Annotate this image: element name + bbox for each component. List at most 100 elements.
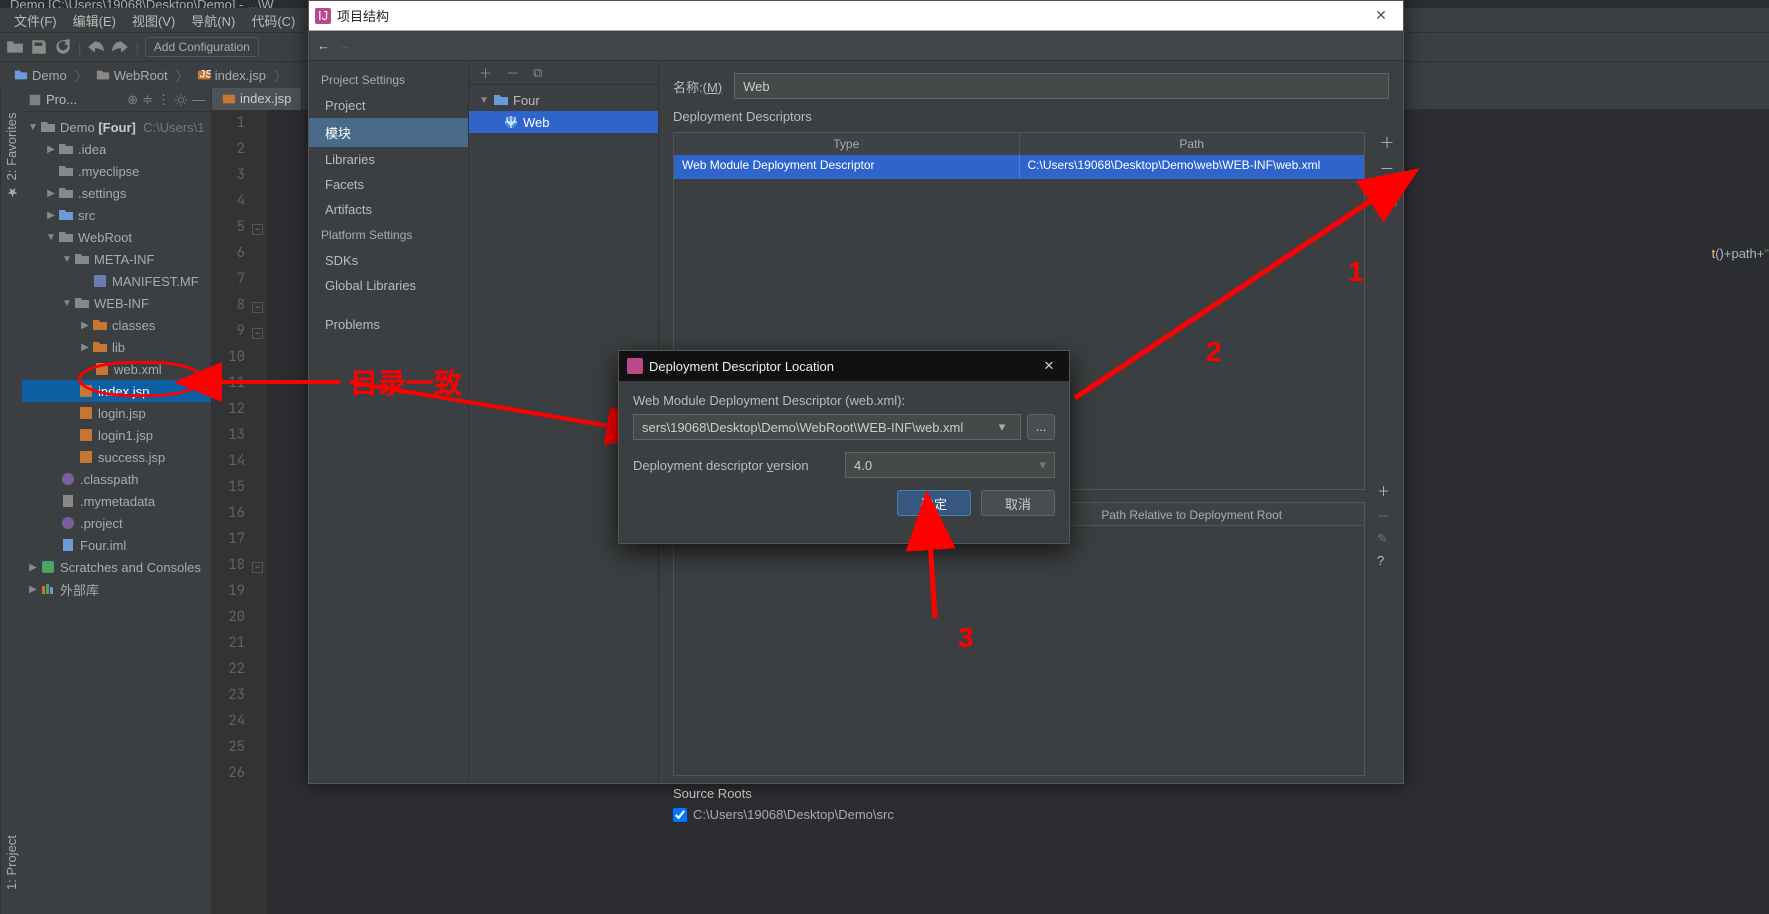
ddl-version-value: 4.0 bbox=[854, 458, 872, 473]
select-opened-icon[interactable]: ⊕ bbox=[127, 92, 138, 108]
tree-login1jsp[interactable]: login1.jsp bbox=[22, 424, 211, 446]
tree-root[interactable]: ▼ Demo [Four] C:\Users\1 bbox=[22, 116, 211, 138]
ddl-title-text: Deployment Descriptor Location bbox=[649, 359, 834, 374]
ps-titlebar[interactable]: IJ 项目结构 ✕ bbox=[309, 1, 1403, 31]
ps-nav-global-libs[interactable]: Global Libraries bbox=[309, 273, 468, 298]
ps-copy-module-button[interactable]: ⧉ bbox=[533, 65, 542, 81]
tree-webroot[interactable]: ▼WebRoot bbox=[22, 226, 211, 248]
redo-icon[interactable] bbox=[111, 38, 129, 56]
tree-scratches[interactable]: ▶Scratches and Consoles bbox=[22, 556, 211, 578]
ddl-version-select[interactable]: 4.0 ▾ bbox=[845, 452, 1055, 478]
ps-name-input[interactable] bbox=[734, 73, 1389, 99]
project-tree[interactable]: ▼ Demo [Four] C:\Users\1 ▶.idea .myeclip… bbox=[22, 112, 211, 604]
dd-col-type: Type bbox=[674, 133, 1020, 155]
menu-nav[interactable]: 导航(N) bbox=[185, 9, 241, 32]
ps-add-module-button[interactable]: ＋ bbox=[479, 63, 492, 82]
tree-lib[interactable]: ▶lib bbox=[22, 336, 211, 358]
prd-edit-button[interactable]: ✎ bbox=[1377, 531, 1399, 547]
side-tab-favorites[interactable]: ★ 2: Favorites bbox=[2, 96, 21, 215]
source-roots-row[interactable]: C:\Users\19068\Desktop\Demo\src bbox=[673, 807, 1389, 822]
dd-cell-path: C:\Users\19068\Desktop\Demo\web\WEB-INF\… bbox=[1020, 155, 1365, 179]
ddl-browse-button[interactable]: ... bbox=[1027, 414, 1055, 440]
side-tab-project[interactable]: 1: Project bbox=[2, 819, 21, 906]
open-icon[interactable] bbox=[6, 38, 24, 56]
breadcrumb-root[interactable]: Demo bbox=[8, 68, 73, 83]
menu-edit[interactable]: 编辑(E) bbox=[67, 9, 122, 32]
prd-side-buttons: ＋ － ✎ ? bbox=[1377, 481, 1399, 568]
ps-forward-button[interactable]: → bbox=[338, 38, 351, 53]
ps-module-four[interactable]: ▼ Four bbox=[469, 89, 658, 111]
dd-add-button[interactable]: ＋ bbox=[1377, 135, 1397, 155]
ps-remove-module-button[interactable]: － bbox=[506, 63, 519, 82]
dd-table-row[interactable]: Web Module Deployment Descriptor C:\User… bbox=[674, 155, 1364, 179]
breadcrumb-file[interactable]: JSP index.jsp bbox=[191, 68, 272, 83]
ddl-cancel-button[interactable]: 取消 bbox=[981, 490, 1055, 516]
ps-nav-modules[interactable]: 模块 bbox=[309, 118, 468, 147]
dd-cell-type: Web Module Deployment Descriptor bbox=[674, 155, 1020, 179]
save-icon[interactable] bbox=[30, 38, 48, 56]
tree-manifest[interactable]: MANIFEST.MF bbox=[22, 270, 211, 292]
prd-add-button[interactable]: ＋ bbox=[1377, 481, 1399, 500]
ddl-close-button[interactable]: ✕ bbox=[1029, 358, 1069, 374]
hide-icon[interactable]: — bbox=[192, 92, 205, 107]
menu-code[interactable]: 代码(C) bbox=[245, 9, 301, 32]
tree-extlib[interactable]: ▶外部库 bbox=[22, 578, 211, 600]
breadcrumb-root-label: Demo bbox=[32, 68, 67, 83]
prd-help-button[interactable]: ? bbox=[1377, 553, 1399, 568]
ddl-path-row: sers\19068\Desktop\Demo\WebRoot\WEB-INF\… bbox=[633, 414, 1055, 440]
tree-successjsp[interactable]: success.jsp bbox=[22, 446, 211, 468]
ps-facet-web[interactable]: Web bbox=[469, 111, 658, 133]
breadcrumb-file-label: index.jsp bbox=[215, 68, 266, 83]
editor-tab-indexjsp[interactable]: index.jsp bbox=[212, 88, 302, 110]
ps-nav-sdks[interactable]: SDKs bbox=[309, 248, 468, 273]
tree-loginjsp[interactable]: login.jsp bbox=[22, 402, 211, 424]
ddl-ok-button[interactable]: 确定 bbox=[897, 490, 971, 516]
tree-classes[interactable]: ▶classes bbox=[22, 314, 211, 336]
ps-nav-libraries[interactable]: Libraries bbox=[309, 147, 468, 172]
menu-file[interactable]: 文件(F) bbox=[8, 9, 63, 32]
dd-table-header: Type Path bbox=[674, 133, 1364, 155]
gear-icon[interactable] bbox=[174, 93, 188, 107]
dd-side-buttons: ＋ － ✎ bbox=[1377, 135, 1399, 207]
ps-left-nav: Project Settings Project 模块 Libraries Fa… bbox=[309, 61, 469, 783]
ddl-path-input[interactable]: sers\19068\Desktop\Demo\WebRoot\WEB-INF\… bbox=[633, 414, 1021, 440]
tree-webinf[interactable]: ▼WEB-INF bbox=[22, 292, 211, 314]
tree-settings[interactable]: ▶.settings bbox=[22, 182, 211, 204]
tree-classpath[interactable]: .classpath bbox=[22, 468, 211, 490]
project-panel-header: Pro... ⊕ ≑ ⋮ — bbox=[22, 88, 211, 112]
prd-remove-button[interactable]: － bbox=[1377, 506, 1399, 525]
ps-nav-project[interactable]: Project bbox=[309, 93, 468, 118]
undo-icon[interactable] bbox=[87, 38, 105, 56]
expand-icon[interactable]: ≑ bbox=[142, 92, 153, 108]
dd-remove-button[interactable]: － bbox=[1377, 161, 1397, 181]
ps-close-button[interactable]: ✕ bbox=[1359, 7, 1403, 24]
ps-module-tree[interactable]: ▼ Four Web bbox=[469, 85, 658, 137]
left-tool-stripe: 1: Project ★ 2: Favorites bbox=[0, 88, 22, 914]
menu-view[interactable]: 视图(V) bbox=[126, 9, 181, 32]
ps-back-button[interactable]: ← bbox=[317, 38, 330, 53]
tree-mymetadata[interactable]: .mymetadata bbox=[22, 490, 211, 512]
sync-icon[interactable] bbox=[54, 38, 72, 56]
tree-metainf[interactable]: ▼META-INF bbox=[22, 248, 211, 270]
source-root-checkbox[interactable] bbox=[673, 808, 687, 822]
ddl-path-value: sers\19068\Desktop\Demo\WebRoot\WEB-INF\… bbox=[642, 420, 963, 435]
collapse-icon[interactable]: ⋮ bbox=[157, 92, 170, 108]
deployment-descriptor-location-dialog: Deployment Descriptor Location ✕ Web Mod… bbox=[618, 350, 1070, 544]
svg-text:JSP: JSP bbox=[199, 69, 210, 81]
ps-nav-artifacts[interactable]: Artifacts bbox=[309, 197, 468, 222]
tree-myeclipse[interactable]: .myeclipse bbox=[22, 160, 211, 182]
ddl-titlebar[interactable]: Deployment Descriptor Location ✕ bbox=[619, 351, 1069, 381]
ps-toolbar: ← → bbox=[309, 31, 1403, 61]
tree-idea[interactable]: ▶.idea bbox=[22, 138, 211, 160]
ddl-history-dropdown[interactable]: ▾ bbox=[992, 419, 1012, 435]
dd-edit-button[interactable]: ✎ bbox=[1377, 187, 1397, 207]
tree-indexjsp[interactable]: index.jsp bbox=[22, 380, 211, 402]
tree-webxml[interactable]: web.xml bbox=[22, 358, 211, 380]
ps-nav-facets[interactable]: Facets bbox=[309, 172, 468, 197]
add-configuration-button[interactable]: Add Configuration bbox=[145, 37, 259, 57]
tree-project[interactable]: .project bbox=[22, 512, 211, 534]
breadcrumb-webroot[interactable]: WebRoot bbox=[90, 68, 174, 83]
tree-fouriml[interactable]: Four.iml bbox=[22, 534, 211, 556]
ps-nav-problems[interactable]: Problems bbox=[309, 312, 468, 337]
tree-src[interactable]: ▶src bbox=[22, 204, 211, 226]
